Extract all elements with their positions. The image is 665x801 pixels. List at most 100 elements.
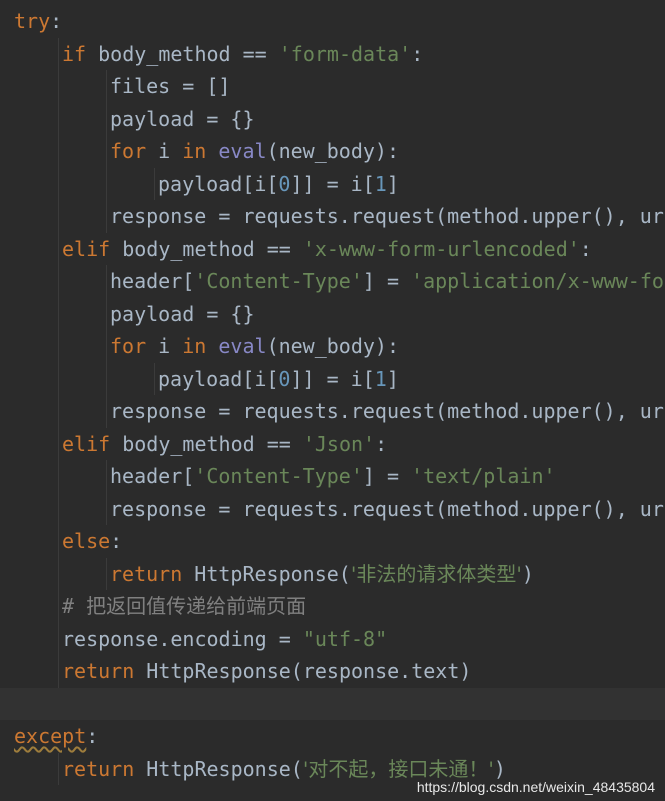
code-token: ]] = i[ (290, 171, 375, 196)
indent-guide (58, 135, 59, 168)
code-line[interactable]: response = requests.request(method.upper… (0, 395, 665, 428)
code-token: payload[i[ (158, 366, 279, 391)
code-token: '非法的请求体类型' (350, 561, 522, 586)
code-line[interactable]: try: (0, 5, 665, 38)
code-text: response = requests.request(method.upper… (110, 395, 664, 428)
code-line[interactable]: payload = {} (0, 297, 665, 331)
indent-guide (106, 70, 107, 103)
code-token: ] = (362, 464, 412, 488)
code-token: 1 (374, 171, 387, 196)
code-line[interactable]: for i in eval(new_body): (0, 330, 665, 363)
code-line[interactable]: for i in eval(new_body): (0, 135, 665, 168)
code-token: HttpResponse( (182, 561, 351, 586)
code-text: for i in eval(new_body): (110, 135, 399, 168)
code-line[interactable]: response = requests.request(method.upper… (0, 200, 665, 233)
code-text: payload[i[0]] = i[1] (158, 363, 399, 396)
indent-guide (154, 362, 155, 395)
indent-guide (106, 557, 107, 590)
code-line[interactable]: except: (0, 720, 665, 753)
code-token: ] = (362, 269, 412, 293)
code-token: return (110, 561, 183, 586)
code-token: 'text/plain' (411, 464, 556, 488)
code-token: else (62, 529, 111, 553)
code-token: header[ (110, 269, 195, 293)
code-token: "utf-8" (302, 626, 388, 651)
indent-guide (106, 460, 107, 493)
indent-guide (106, 102, 107, 135)
indent-guide (58, 460, 59, 493)
code-line[interactable]: payload = {} (0, 102, 665, 136)
code-token: body_method == (86, 41, 279, 66)
code-line[interactable]: header['Content-Type'] = 'text/plain' (0, 460, 665, 493)
code-token: 'x-www-form-urlencoded' (302, 236, 580, 261)
code-token: elif (62, 431, 111, 456)
code-text: payload = {} (110, 298, 255, 331)
indent-guide (58, 200, 59, 233)
indent-guide (58, 330, 59, 363)
code-line[interactable]: else: (0, 525, 665, 558)
watermark: https://blog.csdn.net/weixin_48435804 (416, 779, 655, 795)
code-line[interactable]: # 把返回值传递给前端页面 (0, 590, 665, 623)
code-text: for i in eval(new_body): (110, 330, 399, 363)
code-token: eval (218, 139, 267, 163)
code-line[interactable]: if body_method == 'form-data': (0, 37, 665, 71)
indent-guide (106, 330, 107, 363)
code-line[interactable]: return HttpResponse(response.text) (0, 655, 665, 688)
code-line[interactable]: payload[i[0]] = i[1] (0, 362, 665, 396)
code-token: payload = {} (110, 301, 255, 326)
code-token: 0 (278, 171, 291, 196)
code-token: body_method == (110, 236, 303, 261)
code-token: files = [] (110, 74, 231, 98)
code-token: : (411, 41, 424, 66)
code-token: 'application/x-www-for (411, 269, 665, 293)
code-text: payload = {} (110, 103, 255, 136)
code-token: except (14, 724, 87, 748)
code-line[interactable]: elif body_method == 'x-www-form-urlencod… (0, 232, 665, 265)
current-line[interactable] (0, 687, 665, 720)
code-token: for (110, 139, 147, 163)
code-token: ]] = i[ (290, 366, 375, 391)
code-token: : (86, 724, 99, 748)
indent-guide (58, 297, 59, 330)
code-token: header[ (110, 464, 195, 488)
indent-guide (106, 265, 107, 298)
code-editor[interactable]: try: if body_method == 'form-data': files … (0, 0, 665, 801)
code-token: ] (386, 171, 399, 196)
code-line[interactable]: response.encoding = "utf-8" (0, 622, 665, 655)
indent-guide (106, 395, 107, 428)
code-token: HttpResponse( (134, 756, 303, 781)
indent-guide (58, 492, 59, 525)
code-line[interactable]: elif body_method == 'Json': (0, 427, 665, 460)
code-text: response = requests.request(method.upper… (110, 493, 664, 526)
code-text: response = requests.request(method.upper… (110, 200, 664, 233)
code-token: : (50, 9, 63, 33)
indent-guide (58, 395, 59, 428)
code-token: # (62, 594, 87, 618)
indent-guide (58, 265, 59, 298)
indent-guide (106, 297, 107, 330)
code-text: header['Content-Type'] = 'application/x-… (110, 265, 665, 298)
code-text: return HttpResponse(response.text) (62, 655, 471, 688)
code-token: try (14, 9, 51, 33)
indent-guide (58, 70, 59, 103)
indent-guide (58, 525, 59, 558)
code-token: eval (218, 334, 267, 358)
indent-guide (106, 362, 107, 395)
code-text: payload[i[0]] = i[1] (158, 168, 399, 201)
indent-guide (58, 167, 59, 200)
code-line[interactable]: payload[i[0]] = i[1] (0, 167, 665, 201)
indent-guide (106, 167, 107, 200)
code-line[interactable]: response = requests.request(method.upper… (0, 492, 665, 526)
code-line[interactable]: files = [] (0, 70, 665, 103)
code-token: : (375, 431, 388, 456)
code-line[interactable]: return HttpResponse('非法的请求体类型') (0, 557, 665, 590)
indent-guide (58, 752, 59, 785)
code-line[interactable]: header['Content-Type'] = 'application/x-… (0, 265, 665, 298)
code-text: if body_method == 'form-data': (62, 38, 423, 71)
indent-guide (58, 622, 59, 655)
code-token: : (579, 236, 592, 261)
indent-guide (58, 655, 59, 688)
code-token: response = requests.request(method.upper… (110, 204, 664, 228)
indent-guide (58, 557, 59, 590)
